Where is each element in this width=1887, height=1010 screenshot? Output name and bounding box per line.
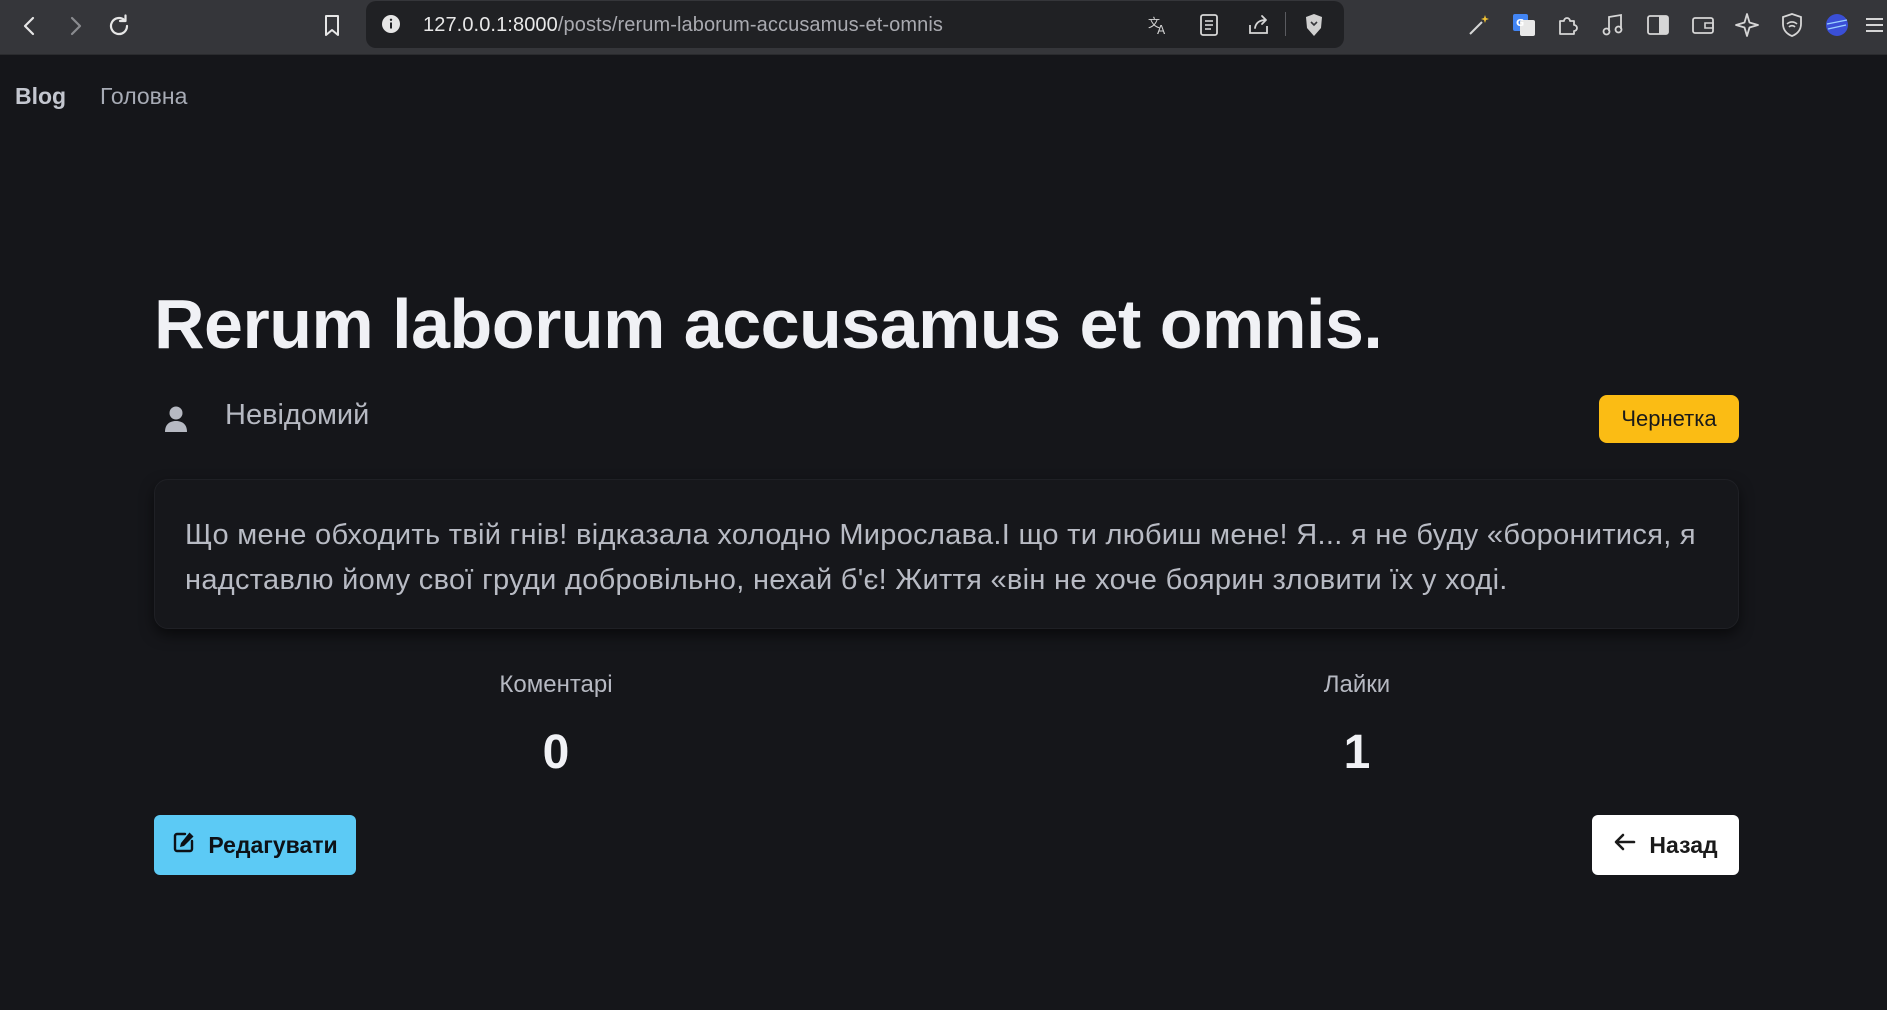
- site-navbar: Blog Головна: [0, 56, 1887, 138]
- extensions-icon[interactable]: [1554, 11, 1582, 39]
- comments-count: 0: [542, 726, 570, 779]
- leo-ai-icon[interactable]: [1733, 11, 1761, 39]
- wallet-icon[interactable]: [1689, 11, 1717, 39]
- post-body: Що мене обходить твій гнів! відказала хо…: [185, 519, 1696, 596]
- likes-count: 1: [1343, 726, 1371, 779]
- status-badge: Чернетка: [1599, 395, 1739, 443]
- edit-icon: [172, 830, 196, 860]
- svg-text:A: A: [1157, 23, 1166, 37]
- forward-icon[interactable]: [57, 8, 93, 44]
- comments-label: Коментарі: [499, 671, 613, 698]
- urlbar-divider: [1285, 12, 1286, 36]
- nav-link-home[interactable]: Головна: [100, 83, 187, 110]
- google-translate-icon[interactable]: G: [1510, 11, 1538, 39]
- back-button-label: Назад: [1649, 831, 1718, 858]
- reload-icon[interactable]: [101, 8, 137, 44]
- brave-shields-icon[interactable]: [1301, 12, 1327, 38]
- vpn-icon[interactable]: [1778, 11, 1806, 39]
- url-host: 127.0.0.1:8000: [423, 14, 558, 36]
- profile-icon[interactable]: [1823, 11, 1851, 39]
- media-icon[interactable]: [1599, 11, 1627, 39]
- svg-text:G: G: [1516, 18, 1524, 29]
- site-info-icon[interactable]: [380, 13, 402, 35]
- back-icon[interactable]: [12, 8, 48, 44]
- share-icon[interactable]: [1246, 12, 1272, 38]
- navbar-brand[interactable]: Blog: [15, 83, 66, 110]
- sidebar-icon[interactable]: [1644, 11, 1672, 39]
- url-path: /posts/rerum-laborum-accusamus-et-omnis: [557, 14, 943, 36]
- edit-button-label: Редагувати: [208, 831, 338, 858]
- post-author: Невідомий: [225, 399, 370, 431]
- post-title: Rerum laborum accusamus et omnis.: [154, 285, 1383, 363]
- user-icon: [162, 404, 190, 434]
- back-button[interactable]: Назад: [1592, 815, 1739, 875]
- likes-stat: Лайки 1: [1157, 671, 1557, 780]
- likes-label: Лайки: [1323, 671, 1391, 698]
- translate-icon[interactable]: 文A: [1145, 12, 1171, 38]
- arrow-left-icon: [1613, 831, 1637, 859]
- magic-wand-icon[interactable]: [1465, 11, 1493, 39]
- post-body-card: Що мене обходить твій гнів! відказала хо…: [154, 479, 1739, 629]
- menu-icon[interactable]: [1862, 11, 1884, 39]
- url-text[interactable]: 127.0.0.1:8000/posts/rerum-laborum-accus…: [423, 14, 943, 37]
- reader-mode-icon[interactable]: [1196, 12, 1222, 38]
- comments-stat: Коментарі 0: [356, 671, 756, 780]
- edit-button[interactable]: Редагувати: [154, 815, 356, 875]
- browser-toolbar: 127.0.0.1:8000/posts/rerum-laborum-accus…: [0, 0, 1887, 55]
- bookmark-icon[interactable]: [314, 8, 350, 44]
